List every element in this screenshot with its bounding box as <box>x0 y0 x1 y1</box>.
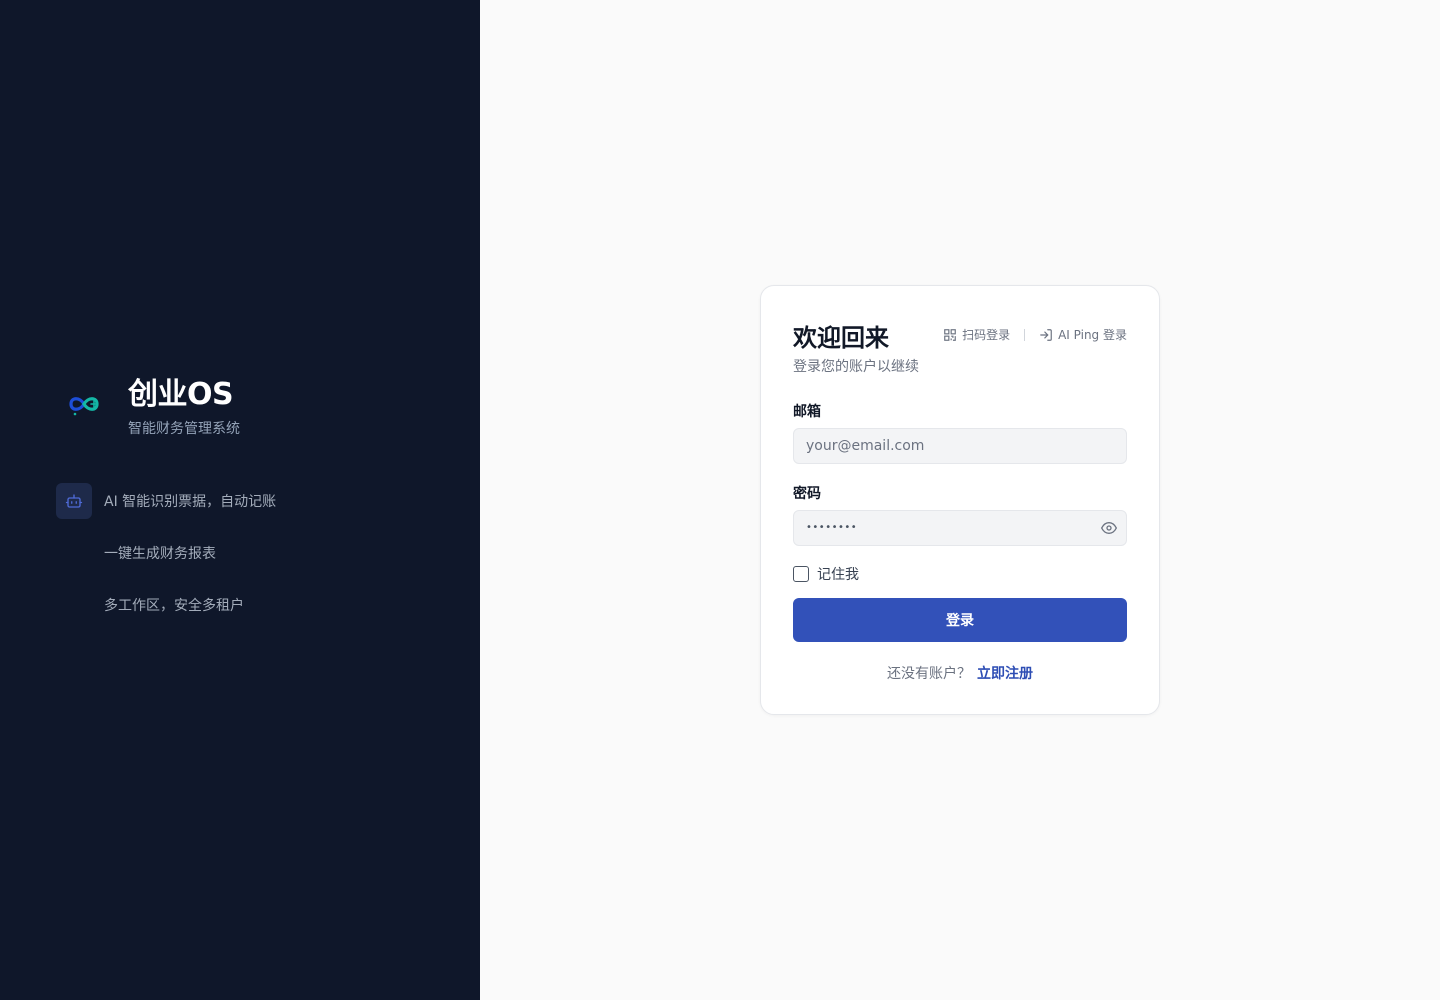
feature-item-ai: AI 智能识别票据，自动记账 <box>56 483 276 519</box>
login-arrow-icon <box>1040 328 1052 341</box>
remember-checkbox[interactable] <box>793 566 809 582</box>
email-label: 邮箱 <box>793 404 821 420</box>
brand-subtitle: 智能财务管理系统 <box>128 421 240 437</box>
aiping-login-label: AI Ping 登录 <box>1058 328 1127 342</box>
feature-icon-box <box>56 535 92 571</box>
brand-text: 创业OS 智能财务管理系统 <box>128 378 240 438</box>
signup-prompt: 还没有账户？ <box>887 666 971 682</box>
feature-list: AI 智能识别票据，自动记账 一键生成财务报表 多工作区，安全多租户 <box>56 483 276 639</box>
feature-item-reports: 一键生成财务报表 <box>56 535 276 571</box>
remember-me: 记住我 <box>793 564 859 584</box>
robot-icon <box>65 494 83 508</box>
password-masked-value: •••••••• <box>806 522 858 533</box>
infinity-logo-icon <box>69 397 99 416</box>
remember-label[interactable]: 记住我 <box>817 564 859 584</box>
feature-icon-box <box>56 587 92 623</box>
login-subtitle: 登录您的账户以继续 <box>793 359 919 375</box>
feature-label: 一键生成财务报表 <box>104 546 216 562</box>
password-label: 密码 <box>793 486 821 502</box>
feature-item-workspaces: 多工作区，安全多租户 <box>56 587 276 623</box>
signup-link[interactable]: 立即注册 <box>977 666 1033 682</box>
eye-icon[interactable] <box>1101 520 1117 536</box>
login-button[interactable]: 登录 <box>793 598 1127 642</box>
qr-login-button[interactable]: 扫码登录 <box>943 326 1010 343</box>
email-field[interactable] <box>793 428 1127 464</box>
feature-label: 多工作区，安全多租户 <box>104 598 244 614</box>
login-card: 欢迎回来 登录您的账户以继续 扫码登录 AI Ping 登录 邮箱 密码 •••… <box>760 285 1160 715</box>
brand: 创业OS 智能财务管理系统 <box>64 378 240 438</box>
qr-code-icon <box>944 328 956 341</box>
feature-icon-box <box>56 483 92 519</box>
feature-label: AI 智能识别票据，自动记账 <box>104 494 277 510</box>
login-title: 欢迎回来 <box>793 324 889 352</box>
signup-row: 还没有账户？ 立即注册 <box>761 663 1159 683</box>
brand-title: 创业OS <box>128 377 234 412</box>
divider <box>1024 328 1026 341</box>
brand-panel: 创业OS 智能财务管理系统 AI 智能识别票据，自动记账 一键生成财务报表 多工… <box>0 0 480 1000</box>
aiping-login-button[interactable]: AI Ping 登录 <box>1039 326 1127 343</box>
qr-login-label: 扫码登录 <box>962 328 1011 342</box>
alt-login-options: 扫码登录 AI Ping 登录 <box>943 326 1127 343</box>
